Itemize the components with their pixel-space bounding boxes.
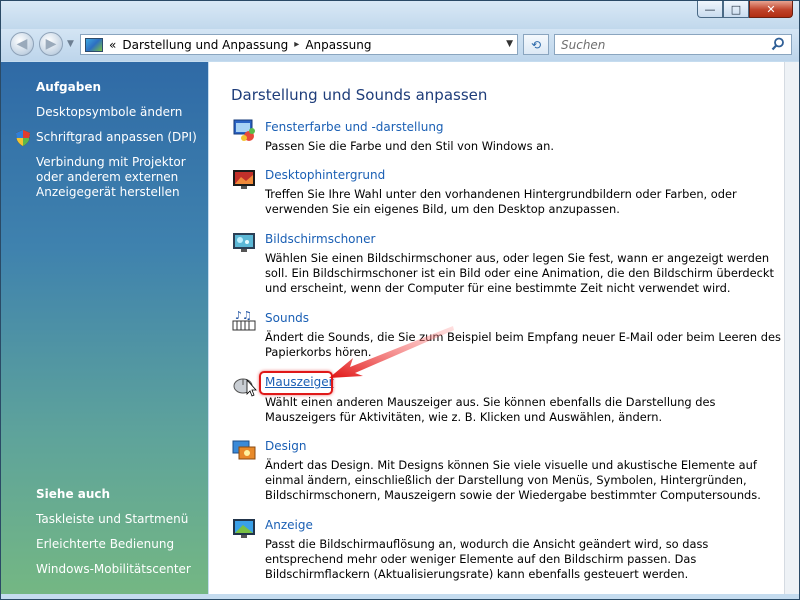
- breadcrumb-separator-icon[interactable]: ▸: [294, 39, 299, 50]
- task-pane: Aufgaben Desktopsymbole ändern Schriftgr…: [1, 62, 208, 594]
- search-icon[interactable]: [771, 37, 785, 51]
- page-title: Darstellung und Sounds anpassen: [231, 86, 488, 104]
- breadcrumb-overflow[interactable]: «: [109, 38, 116, 52]
- breadcrumb-anpassung[interactable]: Anpassung: [305, 38, 371, 52]
- item-desc-design: Ändert das Design. Mit Designs können Si…: [265, 458, 761, 502]
- refresh-icon: ⟲: [530, 37, 542, 52]
- main-content: Darstellung und Sounds anpassen Fensterf…: [209, 62, 784, 594]
- sidebar-item-dpi[interactable]: Schriftgrad anpassen (DPI): [36, 130, 204, 145]
- recent-pages-dropdown[interactable]: ▼: [67, 39, 74, 49]
- item-title-sounds[interactable]: Sounds: [265, 311, 309, 325]
- item-title-screensaver[interactable]: Bildschirmschoner: [265, 232, 375, 246]
- desktop-background-icon: [233, 170, 255, 189]
- forward-button[interactable]: ▶: [39, 32, 63, 56]
- breadcrumb-darstellung[interactable]: Darstellung und Anpassung: [122, 38, 288, 52]
- highlight-box: [259, 371, 333, 395]
- red-arrow-icon: [329, 326, 454, 378]
- item-desc-mouse-pointer: Wählt einen anderen Mauszeiger aus. Sie …: [265, 395, 716, 424]
- item-desc-display: Passt die Bildschirmauflösung an, wodurc…: [265, 537, 709, 581]
- address-dropdown-icon[interactable]: ▼: [506, 39, 513, 49]
- item-title-window-color[interactable]: Fensterfarbe und -darstellung: [265, 120, 444, 134]
- sidebar-item-projector[interactable]: Verbindung mit Projektor oder anderem ex…: [36, 155, 204, 200]
- window-color-icon: [233, 119, 255, 141]
- search-input[interactable]: Suchen: [561, 38, 605, 52]
- item-desc-window-color: Passen Sie die Farbe und den Stil von Wi…: [265, 139, 554, 153]
- close-button[interactable]: ✕: [749, 1, 793, 18]
- sidebar-item-mobility-center[interactable]: Windows-Mobilitätscenter: [36, 562, 204, 577]
- navigation-bar: ◀ ▶ ▼ « Darstellung und Anpassung ▸ Anpa…: [1, 29, 799, 61]
- item-title-design[interactable]: Design: [265, 439, 306, 453]
- control-panel-window: — □ ✕ ◀ ▶ ▼ « Darstellung und Anpassung …: [0, 0, 800, 600]
- sidebar-item-desktop-icons[interactable]: Desktopsymbole ändern: [36, 105, 204, 120]
- search-box[interactable]: Suchen: [554, 34, 792, 55]
- refresh-button[interactable]: ⟲: [523, 34, 549, 55]
- see-also-heading: Siehe auch: [36, 487, 111, 501]
- tasks-heading: Aufgaben: [36, 80, 102, 94]
- address-bar[interactable]: « Darstellung und Anpassung ▸ Anpassung …: [80, 34, 518, 55]
- mouse-pointer-icon: [233, 378, 257, 397]
- shield-icon: [16, 130, 30, 146]
- window-bottom-border: [1, 594, 799, 599]
- back-button[interactable]: ◀: [10, 32, 34, 56]
- theme-icon: [232, 440, 256, 460]
- vertical-scrollbar[interactable]: [784, 62, 799, 594]
- svg-text:♪♫: ♪♫: [235, 309, 252, 322]
- item-title-desktop-background[interactable]: Desktophintergrund: [265, 168, 385, 182]
- item-desc-screensaver: Wählen Sie einen Bildschirmschoner aus, …: [265, 251, 774, 295]
- back-arrow-icon: ◀: [16, 36, 28, 52]
- forward-arrow-icon: ▶: [45, 36, 57, 52]
- minimize-button[interactable]: —: [697, 1, 723, 18]
- title-bar[interactable]: — □ ✕: [1, 1, 799, 29]
- item-desc-desktop-background: Treffen Sie Ihre Wahl unter den vorhande…: [265, 187, 737, 216]
- display-settings-icon: [233, 519, 255, 538]
- maximize-button[interactable]: □: [723, 1, 749, 18]
- sounds-icon: ♪♫: [232, 309, 256, 331]
- item-title-display[interactable]: Anzeige: [265, 518, 313, 532]
- sidebar-item-taskbar[interactable]: Taskleiste und Startmenü: [36, 512, 204, 527]
- control-panel-icon: [85, 37, 103, 52]
- caption-buttons: — □ ✕: [697, 1, 793, 19]
- sidebar-item-accessibility[interactable]: Erleichterte Bedienung: [36, 537, 204, 552]
- screensaver-icon: [233, 233, 255, 252]
